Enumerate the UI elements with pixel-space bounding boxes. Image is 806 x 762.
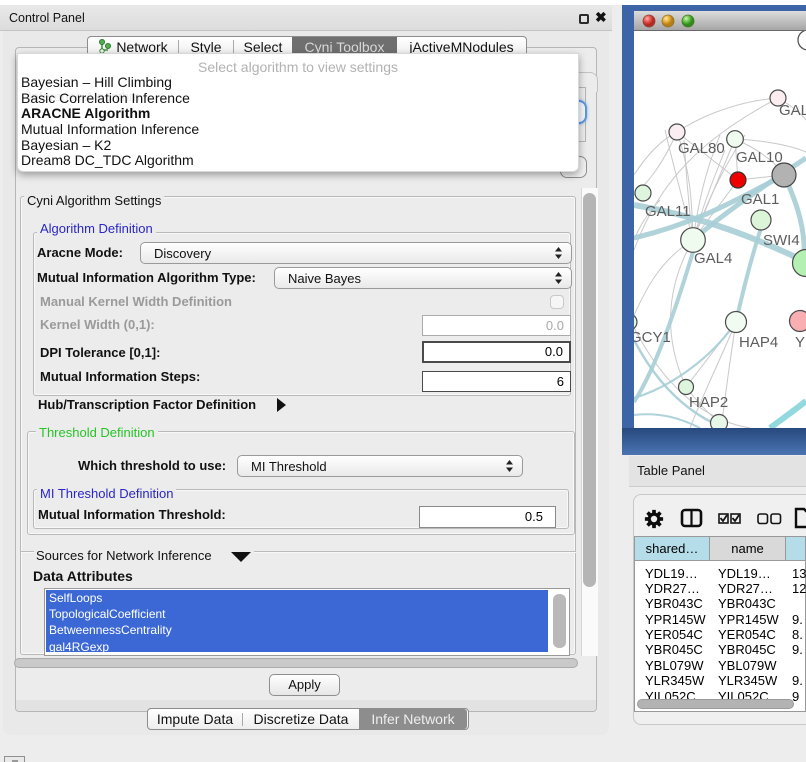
svg-text:HAP4: HAP4 [739,334,778,351]
svg-text:GAL10: GAL10 [736,149,783,166]
svg-text:GAL4: GAL4 [694,250,732,267]
svg-text:GAL: GAL [779,102,806,119]
svg-text:GAL1: GAL1 [741,191,779,208]
svg-text:GAL80: GAL80 [678,140,725,157]
svg-text:GCY1: GCY1 [634,329,671,346]
svg-text:HAP2: HAP2 [689,394,728,411]
svg-text:SWI4: SWI4 [763,232,800,249]
svg-text:GAL11: GAL11 [645,203,691,220]
svg-text:Y: Y [795,334,805,351]
